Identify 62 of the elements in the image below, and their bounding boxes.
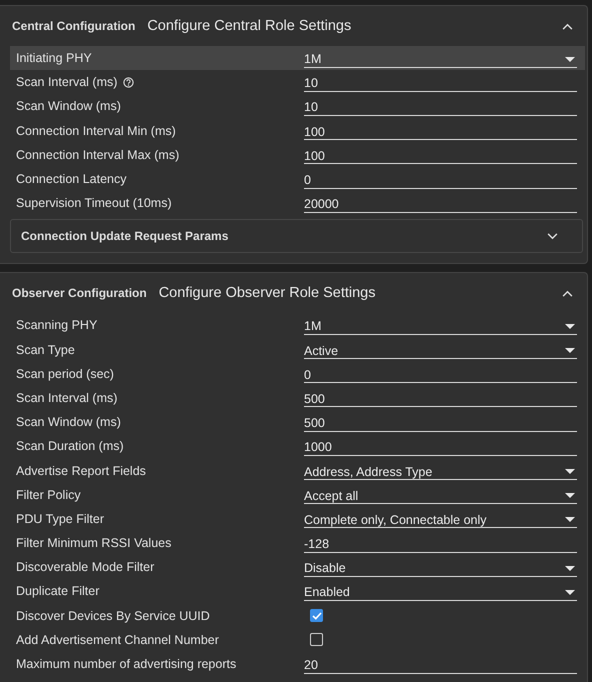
field-label: Supervision Timeout (10ms) [16, 196, 172, 210]
input-field[interactable]: 100 [304, 121, 577, 140]
input-field[interactable]: -128 [304, 534, 577, 553]
dropdown[interactable]: Complete only, Connectable only [304, 509, 577, 528]
field-label: Initiating PHY [16, 51, 92, 66]
dropdown[interactable]: Address, Address Type [304, 461, 577, 480]
dropdown[interactable]: 1M [304, 48, 577, 68]
dropdown[interactable]: Disable [304, 558, 577, 577]
field-label: Maximum number of advertising reports [16, 657, 236, 672]
caret-icon [565, 469, 575, 474]
input-field[interactable]: 1000 [304, 436, 577, 456]
input-field[interactable]: 0 [304, 170, 577, 189]
field-label: Scan Window (ms) [16, 415, 121, 430]
field-label: Scan Interval (ms) [16, 75, 118, 90]
field-label: Connection Interval Max (ms) [16, 148, 180, 162]
panel-subtitle: Configure Central Role Settings [147, 18, 352, 34]
input-field[interactable]: 20000 [304, 194, 577, 213]
input-field[interactable]: 500 [304, 412, 577, 432]
input-field[interactable]: 10 [304, 96, 577, 116]
caret-icon [565, 348, 575, 354]
caret-icon [565, 324, 575, 329]
input-field[interactable]: 20 [304, 654, 577, 674]
help-icon[interactable] [123, 76, 134, 88]
dropdown[interactable]: Active [304, 340, 577, 360]
field-label: Discover Devices By Service UUID [16, 608, 210, 623]
field-label: Discoverable Mode Filter [16, 560, 154, 574]
subpanel-header[interactable]: Connection Update Request Params [10, 219, 583, 254]
input-field[interactable]: 0 [304, 364, 577, 384]
subpanel-title: Connection Update Request Params [21, 229, 228, 244]
collapse-icon[interactable] [562, 22, 573, 30]
expand-icon[interactable] [547, 232, 558, 240]
field-label: Connection Latency [16, 172, 126, 186]
panel-title: Observer Configuration [12, 286, 147, 300]
field-label: Scan Window (ms) [16, 99, 121, 114]
input-field[interactable]: 100 [304, 145, 577, 164]
field-label: Scan Type [16, 342, 75, 357]
field-label: Advertise Report Fields [16, 464, 146, 478]
dropdown[interactable]: 1M [304, 316, 577, 335]
caret-icon [565, 517, 575, 522]
field-label: Scan period (sec) [16, 366, 114, 381]
panel-title: Central Configuration [12, 19, 136, 33]
field-label: Scan Interval (ms) [16, 390, 118, 405]
caret-icon [565, 566, 575, 571]
field-label: Scan Duration (ms) [16, 439, 124, 454]
caret-icon [565, 493, 575, 498]
field-label: Filter Policy [16, 488, 81, 502]
dropdown[interactable]: Accept all [304, 485, 577, 504]
input-field[interactable]: 500 [304, 388, 577, 408]
panel-subtitle: Configure Observer Role Settings [158, 285, 376, 302]
field-label: Scanning PHY [16, 318, 98, 332]
caret-icon [565, 590, 575, 595]
input-field[interactable]: 10 [304, 72, 577, 92]
collapse-icon[interactable] [562, 290, 573, 297]
field-label: Connection Interval Min (ms) [16, 124, 176, 138]
checkbox[interactable] [310, 609, 323, 622]
caret-icon [565, 56, 575, 62]
checkbox[interactable] [310, 633, 323, 646]
field-label: Duplicate Filter [16, 584, 100, 598]
field-label: PDU Type Filter [16, 512, 104, 526]
field-label: Add Advertisement Channel Number [16, 632, 219, 647]
dropdown[interactable]: Enabled [304, 582, 577, 601]
field-label: Filter Minimum RSSI Values [16, 536, 172, 550]
